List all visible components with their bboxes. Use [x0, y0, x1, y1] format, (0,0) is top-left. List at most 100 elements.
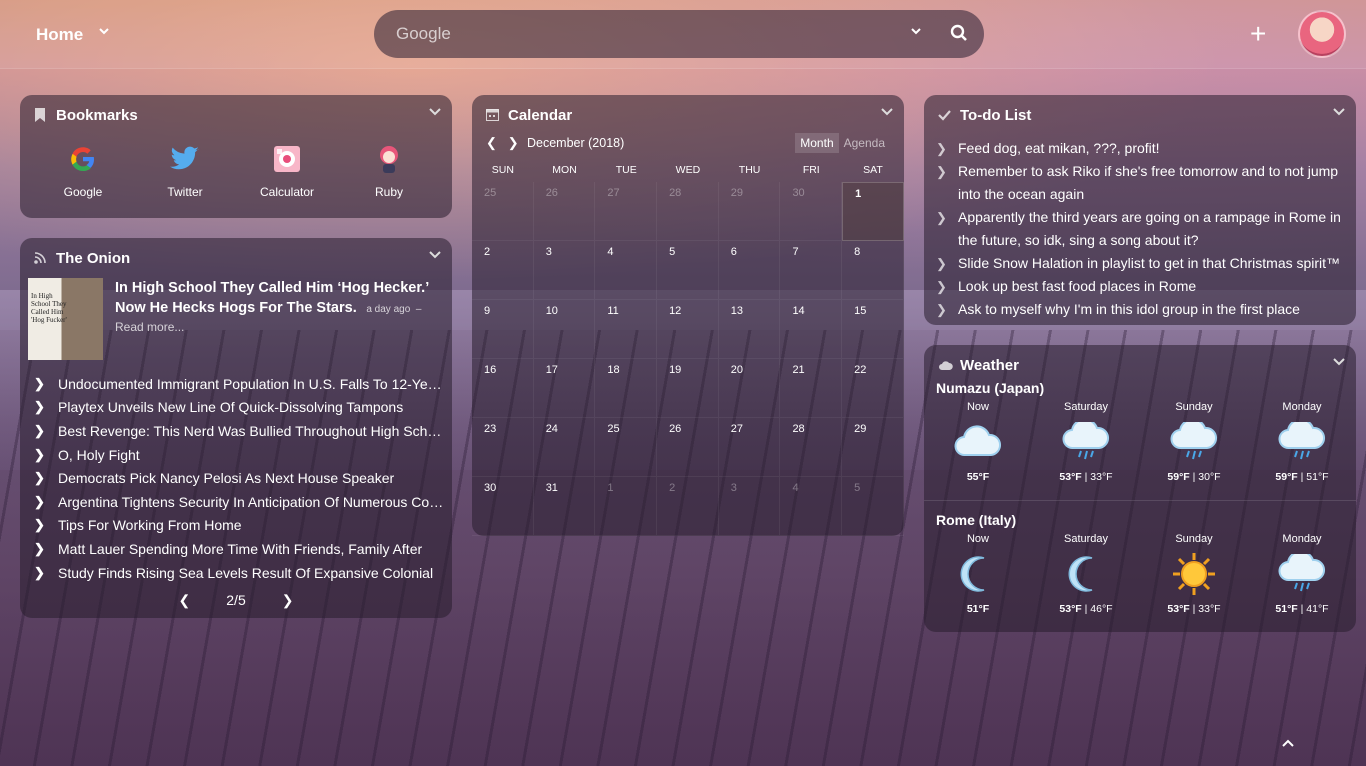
calendar-day[interactable]: 19: [657, 359, 719, 418]
home-menu-label[interactable]: Home: [36, 25, 83, 45]
calendar-day[interactable]: 24: [533, 418, 596, 477]
list-item[interactable]: ❯ Democrats Pick Nancy Pelosi As Next Hou…: [34, 466, 444, 490]
calendar-day[interactable]: 15: [842, 300, 904, 359]
news-pager: ❮ 2/5 ❯: [20, 592, 452, 609]
calendar-day[interactable]: 3: [718, 477, 781, 536]
avatar[interactable]: [1298, 10, 1346, 58]
calendar-day[interactable]: 4: [780, 477, 843, 536]
todo-item[interactable]: ❯ Remember to ask Riko if she's free tomo…: [936, 160, 1356, 206]
calendar-day[interactable]: 25: [472, 182, 534, 241]
calendar-day[interactable]: 5: [842, 477, 904, 536]
calendar-day[interactable]: 29: [718, 182, 781, 241]
calendar-day[interactable]: 2: [657, 477, 719, 536]
next-page-icon[interactable]: ❯: [282, 592, 294, 608]
calendar-day[interactable]: 27: [595, 182, 658, 241]
bookmarks-title: Bookmarks: [56, 106, 138, 124]
chevron-down-icon[interactable]: [880, 104, 894, 121]
tab-month[interactable]: Month: [795, 133, 839, 153]
forecast-day: Now 55°F: [928, 401, 1028, 483]
calendar-day[interactable]: 27: [718, 418, 781, 477]
calendar-day-today[interactable]: 1: [842, 182, 904, 241]
calendar-day[interactable]: 1: [595, 477, 658, 536]
prev-page-icon[interactable]: ❮: [179, 592, 191, 608]
list-item[interactable]: ❯ Best Revenge: This Nerd Was Bullied Thr…: [34, 419, 444, 443]
list-item[interactable]: ❯ Playtex Unveils New Line Of Quick-Disso…: [34, 396, 444, 420]
chevron-right-icon: ❯: [936, 279, 947, 294]
calendar-day[interactable]: 22: [842, 359, 904, 418]
prev-month-icon[interactable]: ❮: [486, 135, 497, 150]
calendar-day[interactable]: 26: [533, 182, 596, 241]
calendar-title: Calendar: [508, 106, 573, 124]
calendar-day[interactable]: 21: [780, 359, 843, 418]
chevron-down-icon[interactable]: [1332, 104, 1346, 121]
featured-time: a day ago: [366, 304, 411, 315]
todo-item[interactable]: ❯ Slide Snow Halation in playlist to get …: [936, 252, 1356, 275]
read-more-link[interactable]: Read more...: [115, 320, 184, 334]
calendar-day[interactable]: 30: [472, 477, 534, 536]
todo-item[interactable]: ❯ Look up best fast food places in Rome: [936, 275, 1356, 298]
calendar-day[interactable]: 29: [842, 418, 904, 477]
calendar-day[interactable]: 26: [657, 418, 719, 477]
calendar-day[interactable]: 5: [657, 241, 719, 300]
forecast-day: Sunday 53°F | 33°F: [1144, 533, 1244, 615]
list-item[interactable]: ❯ O, Holy Fight: [34, 443, 444, 467]
bookmark-ruby[interactable]: Ruby: [349, 143, 429, 199]
calendar-day[interactable]: 14: [780, 300, 843, 359]
bookmark-calculator[interactable]: Calculator: [247, 143, 327, 199]
calendar-day[interactable]: 16: [472, 359, 534, 418]
list-item[interactable]: ❯ Tips For Working From Home: [34, 514, 444, 538]
bookmark-google[interactable]: Google: [43, 143, 123, 199]
calendar-day[interactable]: 3: [533, 241, 596, 300]
calendar-day[interactable]: 30: [780, 182, 843, 241]
calendar-day[interactable]: 6: [718, 241, 781, 300]
calendar-day[interactable]: 20: [718, 359, 781, 418]
add-widget-icon[interactable]: +: [1250, 20, 1266, 48]
calendar-day[interactable]: 4: [595, 241, 658, 300]
calendar-day[interactable]: 13: [718, 300, 781, 359]
calendar-day[interactable]: 8: [842, 241, 904, 300]
calendar-day[interactable]: 31: [533, 477, 596, 536]
chevron-up-icon[interactable]: [1281, 735, 1295, 751]
todo-item[interactable]: ❯ Feed dog, eat mikan, ???, profit!: [936, 137, 1356, 160]
chevron-down-icon[interactable]: [428, 247, 442, 264]
calendar-day[interactable]: 9: [472, 300, 534, 359]
calendar-day[interactable]: 28: [780, 418, 843, 477]
bookmarks-widget: Bookmarks Google Twitter Calculator Ruby: [20, 95, 452, 218]
list-item[interactable]: ❯ Matt Lauer Spending More Time With Frie…: [34, 537, 444, 561]
featured-image-caption: In High School They Called Him 'Hog Fuck…: [31, 292, 67, 324]
search-input[interactable]: [396, 22, 896, 46]
calendar-day[interactable]: 10: [533, 300, 596, 359]
search-icon[interactable]: [950, 24, 968, 47]
calendar-day[interactable]: 11: [595, 300, 658, 359]
calendar-day[interactable]: 18: [595, 359, 658, 418]
list-item[interactable]: ❯ Argentina Tightens Security In Anticipa…: [34, 490, 444, 514]
list-item[interactable]: ❯ Study Finds Rising Sea Levels Result Of…: [34, 561, 444, 585]
calendar-day[interactable]: 12: [657, 300, 719, 359]
calendar-day[interactable]: 23: [472, 418, 534, 477]
search-engine-dropdown-icon[interactable]: [910, 24, 922, 40]
cloud-icon: [938, 358, 953, 372]
moon-icon: [1036, 549, 1136, 599]
bookmark-icon: [34, 108, 48, 122]
calendar-day[interactable]: 7: [780, 241, 843, 300]
rain-cloud-icon: [1144, 417, 1244, 467]
list-item[interactable]: ❯ Undocumented Immigrant Population In U.…: [34, 372, 444, 396]
chevron-right-icon: ❯: [936, 210, 947, 225]
calendar-day[interactable]: 28: [657, 182, 719, 241]
calendar-day[interactable]: 17: [533, 359, 596, 418]
todo-title: To-do List: [960, 106, 1032, 124]
rss-icon: [34, 251, 48, 265]
featured-article-headline[interactable]: In High School They Called Him ‘Hog Heck…: [115, 278, 445, 320]
bookmark-label: Google: [63, 185, 103, 199]
next-month-icon[interactable]: ❯: [508, 135, 519, 150]
tab-agenda[interactable]: Agenda: [839, 133, 890, 153]
calendar-day[interactable]: 2: [472, 241, 534, 300]
featured-article-image[interactable]: In High School They Called Him 'Hog Fuck…: [28, 278, 103, 360]
calendar-day[interactable]: 25: [595, 418, 658, 477]
chevron-down-icon[interactable]: [428, 104, 442, 121]
bookmark-twitter[interactable]: Twitter: [145, 143, 225, 199]
chevron-down-icon[interactable]: [98, 24, 110, 40]
todo-item[interactable]: ❯ Ask to myself why I'm in this idol grou…: [936, 298, 1356, 321]
todo-item[interactable]: ❯ Apparently the third years are going on…: [936, 206, 1356, 252]
chevron-down-icon[interactable]: [1332, 354, 1346, 371]
